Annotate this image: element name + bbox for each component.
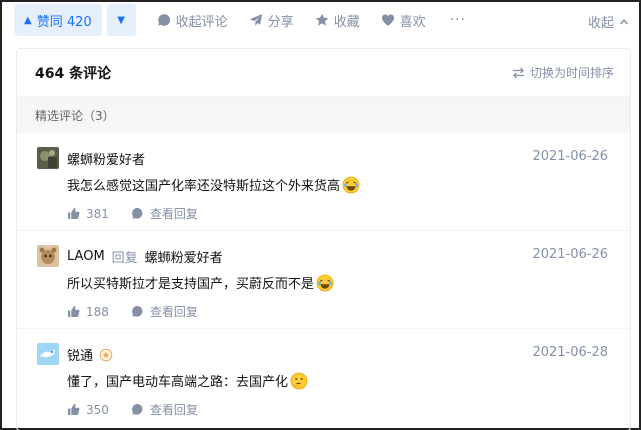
chevron-up-icon <box>619 17 629 27</box>
chat-bubble-icon <box>131 403 144 416</box>
reply-indicator: 回复 <box>111 251 138 266</box>
like-count: 350 <box>86 402 109 417</box>
share-label: 分享 <box>267 14 294 30</box>
comment-date: 2021-06-28 <box>532 345 608 360</box>
thumbs-up-icon[interactable] <box>67 207 80 220</box>
like-button[interactable]: 喜欢 <box>381 11 426 30</box>
comment-meta: 350 查看回复 <box>67 401 198 418</box>
comment-item: 锐通 2021-06-28 懂了，国产电动车高端之路：去国产化 350 查看回复 <box>17 329 630 427</box>
comment-author[interactable]: 螺蛳粉爱好者 <box>67 149 145 168</box>
chat-bubble-icon <box>131 207 144 220</box>
like-count: 188 <box>86 304 109 319</box>
avatar[interactable] <box>37 343 59 365</box>
downvote-button[interactable]: ▼ <box>106 4 136 36</box>
view-replies-label: 查看回复 <box>149 207 198 221</box>
thinking-icon <box>290 372 308 390</box>
avatar[interactable] <box>37 245 59 267</box>
view-replies-button[interactable]: 查看回复 <box>131 303 198 320</box>
share-button[interactable]: 分享 <box>249 11 294 30</box>
comment-text: 我怎么感觉这国产化率还没特斯拉这个外来货高 <box>67 179 341 194</box>
comment-content: 所以买特斯拉才是支持国产，买蔚反而不是 <box>67 273 334 292</box>
sort-toggle-button[interactable]: 切换为时间排序 <box>512 64 614 81</box>
comment-text: 所以买特斯拉才是支持国产，买蔚反而不是 <box>67 277 315 292</box>
more-options-button[interactable]: ··· <box>450 12 466 28</box>
upvote-button[interactable]: ▲ 赞同 420 <box>14 4 102 36</box>
comment-author[interactable]: 锐通 <box>67 345 93 364</box>
triangle-up-icon: ▲ <box>24 14 32 26</box>
comment-author[interactable]: LAOM <box>67 249 105 264</box>
collapse-answer-button[interactable]: 收起 <box>588 12 629 31</box>
comment-author-line: 螺蛳粉爱好者 <box>67 149 145 168</box>
collapse-comments-label: 收起评论 <box>175 14 228 30</box>
comments-panel: 464 条评论 切换为时间排序 精选评论（3） 螺蛳粉爱好者 2021-06-2… <box>16 48 631 430</box>
comment-author-line: 锐通 <box>67 345 113 364</box>
comment-icon <box>157 13 171 27</box>
comments-header: 464 条评论 切换为时间排序 <box>17 49 630 97</box>
like-count: 381 <box>86 206 109 221</box>
view-replies-button[interactable]: 查看回复 <box>131 401 198 418</box>
star-icon <box>315 13 329 27</box>
answer-action-bar: ▲ 赞同 420 ▼ 收起评论 分享 收藏 喜欢 ··· 收起 <box>14 3 629 37</box>
comment-text: 懂了，国产电动车高端之路：去国产化 <box>67 375 289 390</box>
triangle-down-icon: ▼ <box>117 14 125 26</box>
comment-content: 我怎么感觉这国产化率还没特斯拉这个外来货高 <box>67 175 360 194</box>
comment-date: 2021-06-26 <box>532 247 608 262</box>
laugh-cry-icon <box>342 176 360 194</box>
upvote-label: 赞同 420 <box>36 14 92 30</box>
heart-icon <box>381 13 395 27</box>
view-replies-label: 查看回复 <box>149 403 198 417</box>
comment-item: 螺蛳粉爱好者 2021-06-26 我怎么感觉这国产化率还没特斯拉这个外来货高 … <box>17 133 630 231</box>
laugh-cry-icon <box>316 274 334 292</box>
share-icon <box>249 13 263 27</box>
comments-count-title: 464 条评论 <box>35 65 112 82</box>
thumbs-up-icon[interactable] <box>67 403 80 416</box>
collapse-answer-label: 收起 <box>587 16 614 31</box>
featured-comments-heading: 精选评论（3） <box>17 97 630 133</box>
avatar[interactable] <box>37 147 59 169</box>
view-replies-label: 查看回复 <box>149 305 198 319</box>
sort-toggle-label: 切换为时间排序 <box>529 66 614 80</box>
reply-to-author[interactable]: 螺蛳粉爱好者 <box>145 247 223 266</box>
comment-item: LAOM 回复 螺蛳粉爱好者 2021-06-26 所以买特斯拉才是支持国产，买… <box>17 231 630 329</box>
comment-meta: 188 查看回复 <box>67 303 198 320</box>
switch-arrows-icon <box>512 67 525 79</box>
comment-content: 懂了，国产电动车高端之路：去国产化 <box>67 371 308 390</box>
favorite-label: 收藏 <box>333 14 360 30</box>
thumbs-up-icon[interactable] <box>67 305 80 318</box>
like-label: 喜欢 <box>399 14 426 30</box>
collapse-comments-button[interactable]: 收起评论 <box>157 11 228 30</box>
view-replies-button[interactable]: 查看回复 <box>131 205 198 222</box>
comment-date: 2021-06-26 <box>532 149 608 164</box>
favorite-button[interactable]: 收藏 <box>315 11 360 30</box>
comment-author-line: LAOM 回复 螺蛳粉爱好者 <box>67 247 223 266</box>
comment-meta: 381 查看回复 <box>67 205 198 222</box>
medal-badge-icon <box>99 348 113 362</box>
chat-bubble-icon <box>131 305 144 318</box>
